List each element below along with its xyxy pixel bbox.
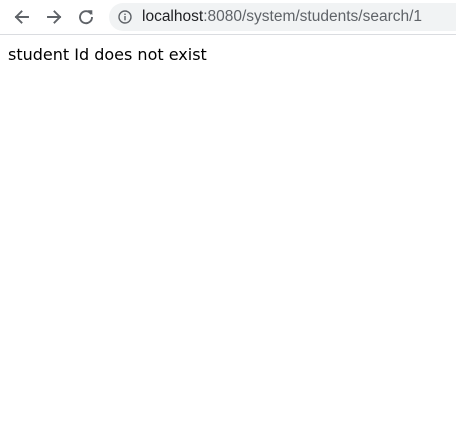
arrow-right-icon: [47, 10, 62, 24]
url-host: localhost: [142, 8, 204, 25]
info-icon[interactable]: [118, 10, 132, 24]
forward-button[interactable]: [41, 4, 67, 30]
error-message: student Id does not exist: [8, 45, 207, 64]
browser-toolbar: localhost:8080/system/students/search/1: [0, 0, 456, 35]
reload-button[interactable]: [73, 4, 99, 30]
url-path: :8080/system/students/search/1: [203, 8, 423, 25]
address-bar[interactable]: localhost:8080/system/students/search/1: [109, 3, 456, 31]
reload-icon: [79, 10, 93, 25]
url-text[interactable]: localhost:8080/system/students/search/1: [142, 3, 422, 31]
back-button[interactable]: [9, 4, 35, 30]
arrow-left-icon: [14, 10, 29, 24]
